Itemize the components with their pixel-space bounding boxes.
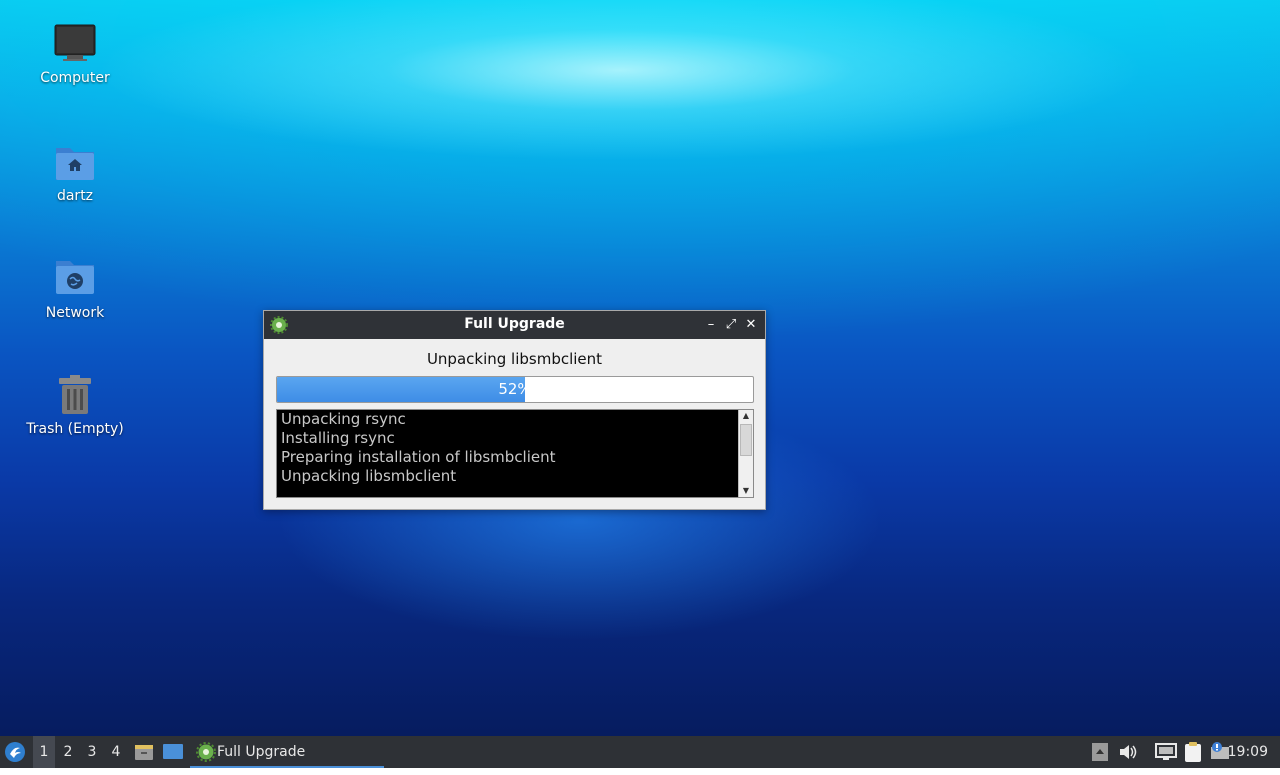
workspace-1[interactable]: 1: [33, 736, 55, 768]
taskbar-task-full-upgrade[interactable]: Full Upgrade: [190, 736, 384, 768]
workspace-2[interactable]: 2: [57, 736, 79, 768]
log-line: Preparing installation of libsmbclient: [281, 448, 556, 466]
task-label: Full Upgrade: [217, 744, 306, 760]
desktop: Computer dartz Network Trash (Empty) Ful…: [0, 0, 1280, 736]
progress-text: 52%: [498, 380, 532, 398]
trash-icon: [53, 373, 97, 417]
home-folder-icon: [53, 140, 97, 184]
start-menu-button[interactable]: [4, 736, 28, 768]
minimize-button[interactable]: –: [702, 316, 720, 334]
status-label: Unpacking libsmbclient: [426, 350, 603, 368]
workspace-4[interactable]: 4: [105, 736, 127, 768]
gear-icon: [196, 742, 216, 762]
network-status-icon[interactable]: [1155, 736, 1177, 768]
desktop-icon-label: dartz: [56, 188, 94, 204]
network-folder-icon: [53, 257, 97, 301]
maximize-button[interactable]: ⤢: [722, 316, 740, 334]
scroll-up-icon[interactable]: ▲: [739, 410, 753, 422]
progress-bar: 52%: [276, 376, 754, 403]
desktop-icon-computer[interactable]: Computer: [20, 22, 130, 86]
desktop-icon-label: Network: [45, 305, 105, 321]
log-scrollbar[interactable]: ▲ ▼: [738, 410, 753, 497]
clock[interactable]: 19:09: [1228, 736, 1268, 768]
log-line: Unpacking rsync: [281, 410, 406, 428]
close-button[interactable]: ✕: [742, 316, 760, 334]
tray-expand-icon[interactable]: [1092, 736, 1108, 768]
log-lines: Unpacking rsync Installing rsync Prepari…: [281, 410, 737, 486]
dialog-titlebar[interactable]: Full Upgrade – ⤢ ✕: [264, 311, 765, 339]
taskbar: 1 2 3 4 Full Upgrade 19:09: [0, 736, 1280, 768]
desktop-icon-label: Trash (Empty): [26, 421, 124, 437]
scroll-down-icon[interactable]: ▼: [739, 485, 753, 497]
desktop-icon-home[interactable]: dartz: [20, 140, 130, 204]
volume-icon[interactable]: [1118, 736, 1138, 768]
full-upgrade-dialog: Full Upgrade – ⤢ ✕ Unpacking libsmbclien…: [263, 310, 766, 510]
clipboard-icon[interactable]: [1183, 736, 1203, 768]
desktop-icon-trash[interactable]: Trash (Empty): [20, 373, 130, 437]
log-output[interactable]: Unpacking rsync Installing rsync Prepari…: [276, 409, 754, 498]
log-line: Unpacking libsmbclient: [281, 467, 457, 485]
workspace-3[interactable]: 3: [81, 736, 103, 768]
file-manager-icon[interactable]: [134, 736, 154, 768]
log-line: Installing rsync: [281, 429, 395, 447]
lubuntu-logo-icon: [5, 742, 25, 762]
desktop-icon-network[interactable]: Network: [20, 257, 130, 321]
computer-icon: [53, 22, 97, 66]
desktop-icon-label: Computer: [40, 70, 110, 86]
show-desktop-icon[interactable]: [162, 736, 184, 768]
scroll-thumb[interactable]: [740, 424, 752, 456]
dialog-title: Full Upgrade: [464, 316, 565, 332]
